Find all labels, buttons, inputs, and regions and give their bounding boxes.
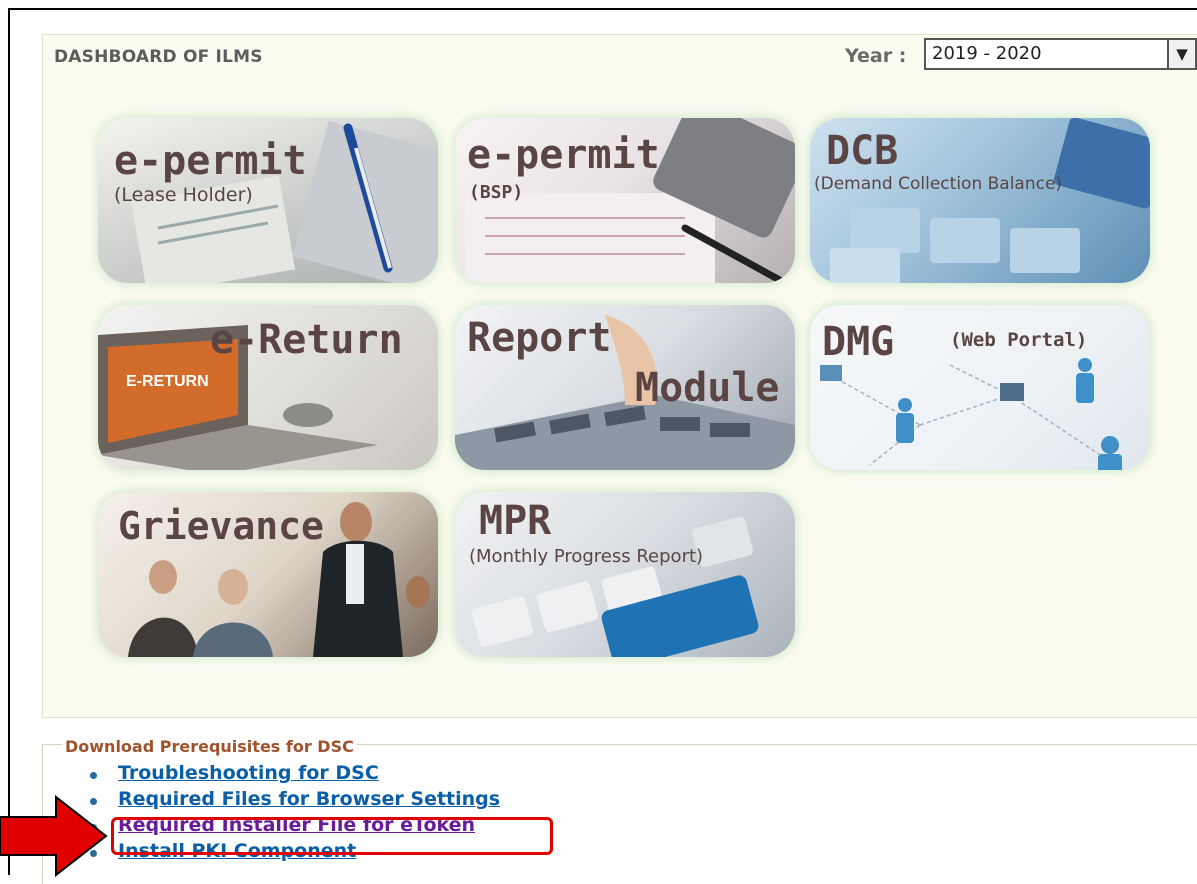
year-select-value: 2019 - 2020: [932, 43, 1042, 64]
tile-dcb[interactable]: DCB (Demand Collection Balance): [810, 118, 1150, 283]
tile-subtitle: (Monthly Progress Report): [469, 546, 704, 567]
tile-subtitle: (Demand Collection Balance): [814, 174, 1063, 194]
chevron-down-icon[interactable]: ▼: [1167, 38, 1197, 70]
tile-mpr[interactable]: MPR (Monthly Progress Report): [455, 492, 795, 657]
page-title: DASHBOARD OF ILMS: [54, 47, 263, 67]
tile-title: e-permit: [114, 138, 307, 184]
tile-title: MPR: [479, 498, 552, 544]
tile-title: e-permit: [467, 132, 660, 178]
tile-subtitle: (Web Portal): [950, 329, 1088, 351]
tile-grievance[interactable]: Grievance: [98, 492, 438, 657]
tile-subtitle: Module: [635, 365, 780, 411]
tile-title: DMG: [822, 319, 895, 365]
highlight-box: [111, 817, 553, 855]
link-browser-settings-files[interactable]: Required Files for Browser Settings: [118, 788, 500, 810]
year-select[interactable]: 2019 - 2020 ▼: [924, 38, 1197, 70]
tile-dmg-web-portal[interactable]: DMG (Web Portal): [810, 305, 1150, 470]
bullet-icon: [90, 772, 97, 779]
tile-epermit-bsp[interactable]: e-permit (BSP): [455, 118, 795, 283]
tile-badge: E-RETURN: [126, 373, 209, 390]
tile-title: e-Return: [210, 317, 403, 363]
list-item: Required Files for Browser Settings: [90, 788, 500, 814]
tile-e-return[interactable]: e-Return E-RETURN: [98, 305, 438, 470]
arrow-right-icon: [0, 795, 108, 877]
prerequisites-legend: Download Prerequisites for DSC: [62, 737, 357, 756]
tile-title: Report: [467, 315, 612, 361]
tile-report-module[interactable]: Report Module: [455, 305, 795, 470]
link-troubleshooting-dsc[interactable]: Troubleshooting for DSC: [118, 762, 379, 784]
tile-subtitle: (Lease Holder): [114, 184, 253, 206]
tile-subtitle: (BSP): [469, 182, 524, 203]
tile-title: Grievance: [118, 504, 324, 548]
tile-title: DCB: [826, 128, 899, 174]
list-item: Troubleshooting for DSC: [90, 762, 500, 788]
year-label: Year :: [845, 45, 907, 67]
tile-epermit-lease-holder[interactable]: e-permit (Lease Holder): [98, 118, 438, 283]
